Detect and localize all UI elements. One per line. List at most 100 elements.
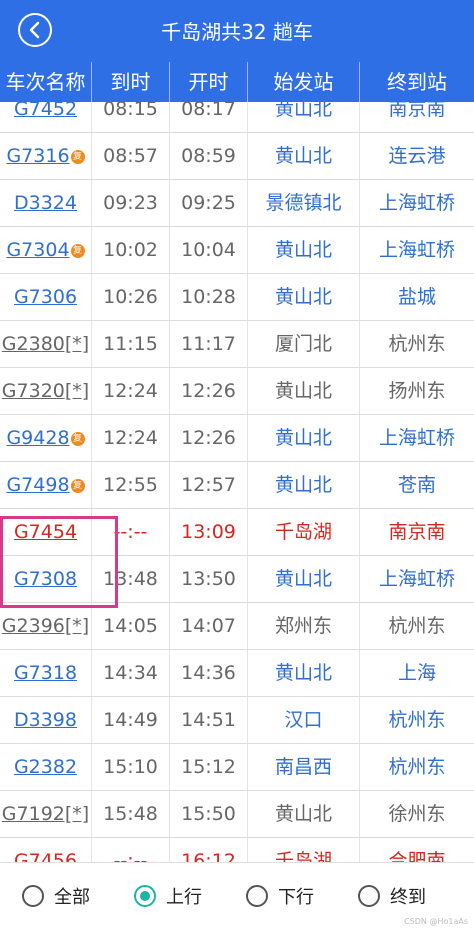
depart-time: 12:57: [170, 462, 248, 508]
filter-down[interactable]: 下行: [246, 883, 314, 909]
column-header-from[interactable]: 始发站: [248, 62, 360, 102]
train-number-link[interactable]: D3324: [14, 192, 77, 214]
arrive-time: 12:24: [92, 368, 170, 414]
depart-time: 14:07: [170, 603, 248, 649]
depart-time: 13:09: [170, 509, 248, 555]
filter-terminal[interactable]: 终到: [358, 883, 426, 909]
train-number-link[interactable]: G7498: [6, 474, 69, 496]
train-number-link[interactable]: G7192[*]: [2, 803, 89, 825]
depart-time: 14:36: [170, 650, 248, 696]
train-cell[interactable]: G7316 复: [0, 133, 92, 179]
table-row[interactable]: D3324 09:23 09:25 景德镇北 上海虹桥: [0, 180, 474, 227]
radio-icon[interactable]: [358, 885, 380, 907]
train-number-link[interactable]: G9428: [6, 427, 69, 449]
table-row[interactable]: G7498 复 12:55 12:57 黄山北 苍南: [0, 462, 474, 509]
train-cell[interactable]: G7498 复: [0, 462, 92, 508]
table-row[interactable]: G2396[*] 14:05 14:07 郑州东 杭州东: [0, 603, 474, 650]
table-row[interactable]: G9428 复 12:24 12:26 黄山北 上海虹桥: [0, 415, 474, 462]
resume-badge: 复: [70, 149, 85, 164]
depart-time: 14:51: [170, 697, 248, 743]
train-cell[interactable]: G2382: [0, 744, 92, 790]
arrive-time: --:--: [92, 838, 170, 862]
terminal-station: 南京南: [388, 521, 446, 543]
table-row[interactable]: D3398 14:49 14:51 汉口 杭州东: [0, 697, 474, 744]
origin-station: 黄山北: [248, 462, 360, 508]
train-cell[interactable]: G2380[*]: [0, 321, 92, 367]
train-table[interactable]: G7452 08:15 08:17 黄山北 南京南 G7316 复 08:57 08:59 黄山北…: [0, 102, 474, 862]
train-cell[interactable]: G7320[*]: [0, 368, 92, 414]
origin-station: 黄山北: [248, 102, 360, 132]
arrive-time: 14:05: [92, 603, 170, 649]
train-cell[interactable]: G7306: [0, 274, 92, 320]
table-header: 车次名称 到时 开时 始发站 终到站: [0, 62, 474, 102]
train-number-link[interactable]: G2396[*]: [2, 615, 89, 637]
column-header-arrive[interactable]: 到时: [92, 62, 170, 102]
train-number-link[interactable]: G7452: [14, 102, 77, 120]
table-row[interactable]: G7192[*] 15:48 15:50 黄山北 徐州东: [0, 791, 474, 838]
depart-time: 13:50: [170, 556, 248, 602]
train-cell[interactable]: G2396[*]: [0, 603, 92, 649]
train-cell[interactable]: G7456: [0, 838, 92, 862]
train-number-link[interactable]: G2382: [14, 756, 77, 778]
origin-station: 南昌西: [248, 744, 360, 790]
table-row[interactable]: G7452 08:15 08:17 黄山北 南京南: [0, 102, 474, 133]
origin-station: 黄山北: [248, 368, 360, 414]
train-cell[interactable]: G7304 复: [0, 227, 92, 273]
filter-label: 上行: [166, 887, 202, 908]
terminal-station: 扬州东: [388, 380, 446, 402]
table-row[interactable]: G2380[*] 11:15 11:17 厦门北 杭州东: [0, 321, 474, 368]
train-number-link[interactable]: G7306: [14, 286, 77, 308]
table-row[interactable]: G7456 --:-- 16:12 千岛湖 合肥南: [0, 838, 474, 862]
train-number-link[interactable]: D3398: [14, 709, 77, 731]
origin-station: 厦门北: [248, 321, 360, 367]
train-number-link[interactable]: G7316: [6, 145, 69, 167]
column-header-to[interactable]: 终到站: [360, 62, 474, 102]
filter-label: 全部: [54, 887, 90, 908]
origin-station: 郑州东: [248, 603, 360, 649]
train-cell[interactable]: D3398: [0, 697, 92, 743]
origin-station: 景德镇北: [248, 180, 360, 226]
terminal-station: 连云港: [388, 145, 446, 167]
arrive-time: 14:49: [92, 697, 170, 743]
column-header-depart[interactable]: 开时: [170, 62, 248, 102]
table-row[interactable]: G7454 --:-- 13:09 千岛湖 南京南: [0, 509, 474, 556]
table-row[interactable]: G7308 13:48 13:50 黄山北 上海虹桥: [0, 556, 474, 603]
arrive-time: 10:02: [92, 227, 170, 273]
train-number-link[interactable]: G7308: [14, 568, 77, 590]
filter-all[interactable]: 全部: [22, 883, 90, 909]
table-row[interactable]: G7320[*] 12:24 12:26 黄山北 扬州东: [0, 368, 474, 415]
filter-up[interactable]: 上行: [134, 883, 202, 909]
train-number-link[interactable]: G7304: [6, 239, 69, 261]
resume-badge: 复: [70, 243, 85, 258]
origin-station: 黄山北: [248, 556, 360, 602]
train-cell[interactable]: G7192[*]: [0, 791, 92, 837]
train-cell[interactable]: D3324: [0, 180, 92, 226]
radio-icon[interactable]: [22, 885, 44, 907]
table-row[interactable]: G7306 10:26 10:28 黄山北 盐城: [0, 274, 474, 321]
arrive-time: 13:48: [92, 556, 170, 602]
train-number-link[interactable]: G7456: [14, 850, 77, 862]
terminal-station: 上海虹桥: [378, 568, 455, 590]
train-cell[interactable]: G7454: [0, 509, 92, 555]
resume-badge: 复: [70, 431, 85, 446]
train-cell[interactable]: G7308: [0, 556, 92, 602]
radio-icon[interactable]: [246, 885, 268, 907]
terminal-station: 上海虹桥: [378, 427, 455, 449]
arrive-time: 09:23: [92, 180, 170, 226]
train-number-link[interactable]: G7318: [14, 662, 77, 684]
origin-station: 千岛湖: [248, 838, 360, 862]
radio-icon[interactable]: [134, 885, 156, 907]
train-number-link[interactable]: G2380[*]: [2, 333, 89, 355]
train-cell[interactable]: G9428 复: [0, 415, 92, 461]
column-header-train[interactable]: 车次名称: [0, 62, 92, 102]
table-row[interactable]: G7304 复 10:02 10:04 黄山北 上海虹桥: [0, 227, 474, 274]
table-row[interactable]: G7316 复 08:57 08:59 黄山北 连云港: [0, 133, 474, 180]
train-cell[interactable]: G7318: [0, 650, 92, 696]
train-number-link[interactable]: G7454: [14, 521, 77, 543]
train-cell[interactable]: G7452: [0, 102, 92, 132]
table-row[interactable]: G7318 14:34 14:36 黄山北 上海: [0, 650, 474, 697]
depart-time: 09:25: [170, 180, 248, 226]
table-row[interactable]: G2382 15:10 15:12 南昌西 杭州东: [0, 744, 474, 791]
train-number-link[interactable]: G7320[*]: [2, 380, 89, 402]
arrive-time: 12:24: [92, 415, 170, 461]
